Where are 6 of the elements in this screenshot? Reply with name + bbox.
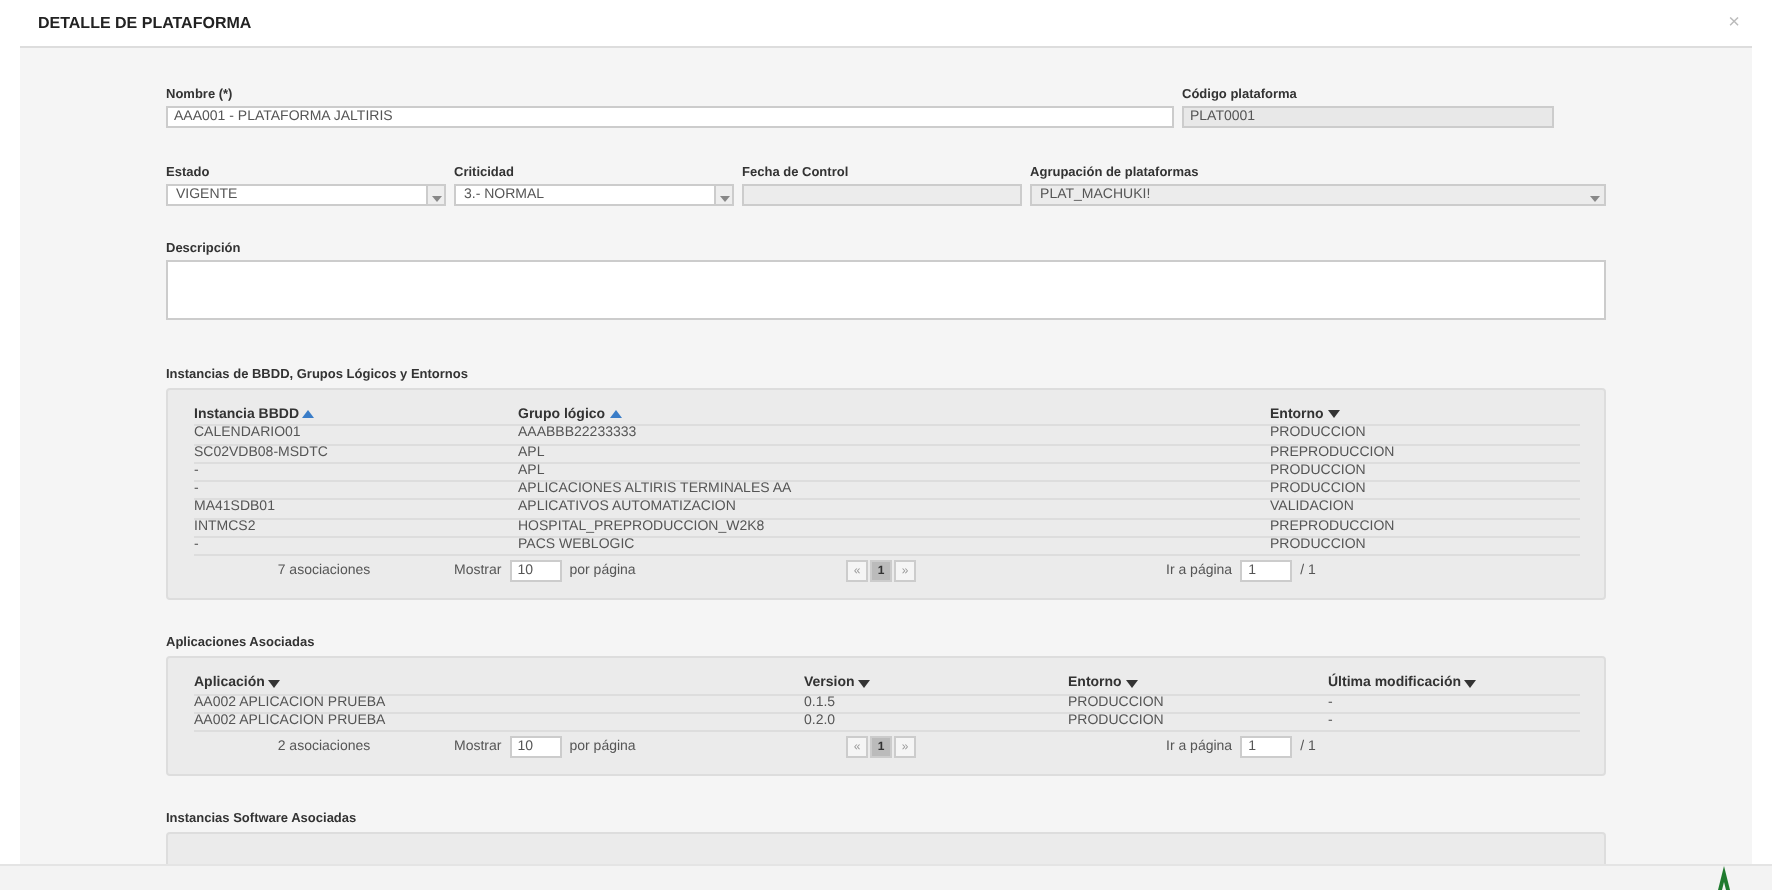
window-title: DETALLE DE PLATAFORMA: [38, 14, 252, 32]
caret-icon: [1590, 196, 1601, 202]
input-field[interactable]: [742, 184, 1023, 206]
description-field[interactable]: [166, 260, 1606, 320]
caret-icon: [431, 196, 442, 202]
caret-icon: [719, 196, 730, 202]
